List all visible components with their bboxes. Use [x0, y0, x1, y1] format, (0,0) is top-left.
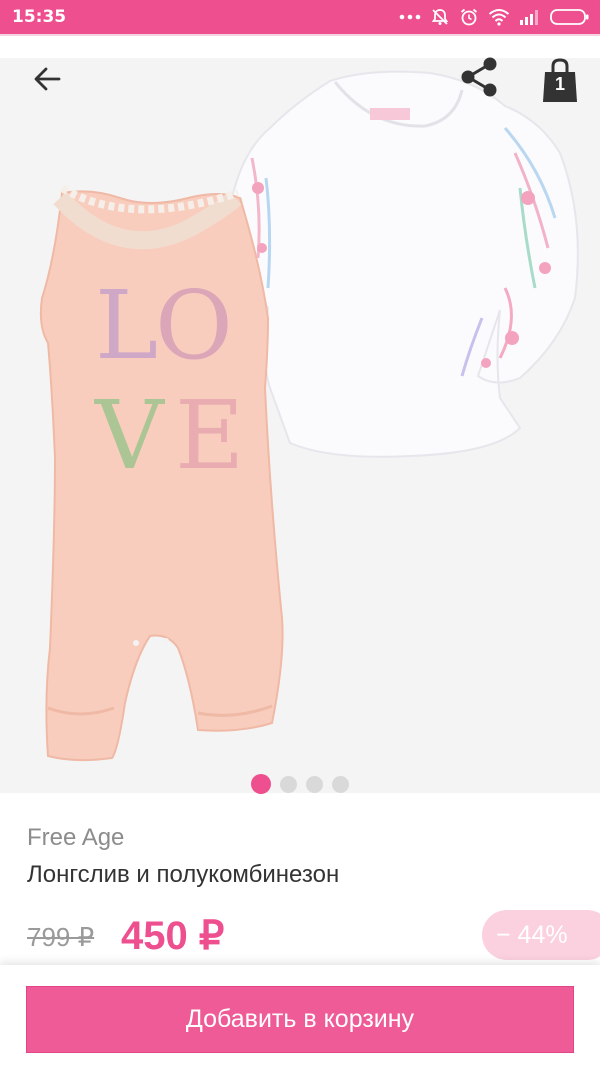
cart-count-badge: 1: [554, 74, 565, 94]
gallery-pagination: [0, 773, 600, 795]
share-button[interactable]: [456, 56, 502, 102]
share-icon: [459, 56, 499, 103]
current-price: 450 ₽: [121, 914, 225, 958]
pagination-dot[interactable]: [332, 775, 349, 793]
product-gallery[interactable]: LOVE: [0, 58, 600, 793]
muted-bell-icon: [430, 7, 450, 27]
pagination-dot-active[interactable]: [251, 774, 271, 794]
pagination-dot[interactable]: [280, 775, 297, 793]
top-divider: [0, 34, 600, 58]
battery-icon: [550, 8, 590, 26]
status-icons: [399, 6, 590, 28]
wifi-icon: [488, 8, 510, 26]
romper-print-letter: L: [95, 271, 158, 381]
romper-print-letter: V: [94, 381, 165, 491]
cart-button[interactable]: 1: [538, 56, 582, 106]
romper-print-letter: E: [175, 381, 244, 491]
pagination-dot[interactable]: [306, 775, 323, 793]
status-bar: 15:35: [0, 0, 600, 34]
alarm-icon: [459, 7, 479, 27]
more-dots-icon: [399, 14, 421, 20]
product-title: Лонгслив и полукомбинезон: [27, 861, 340, 888]
discount-badge: − 44%: [482, 910, 600, 960]
signal-icon: [519, 9, 541, 25]
old-price: 799 ₽: [27, 922, 95, 952]
shopping-bag-icon: [538, 58, 582, 110]
romper-print-letter: O: [155, 271, 233, 381]
add-to-cart-button[interactable]: Добавить в корзину: [26, 986, 574, 1053]
bottom-action-bar: Добавить в корзину: [0, 965, 600, 1066]
product-photo: LOV E: [39, 70, 579, 762]
status-time: 15:35: [12, 7, 67, 27]
back-button[interactable]: [26, 62, 68, 100]
product-brand[interactable]: Free Age: [27, 824, 124, 852]
arrow-left-icon: [32, 66, 62, 97]
longsleeve-shirt-image: [228, 70, 579, 458]
